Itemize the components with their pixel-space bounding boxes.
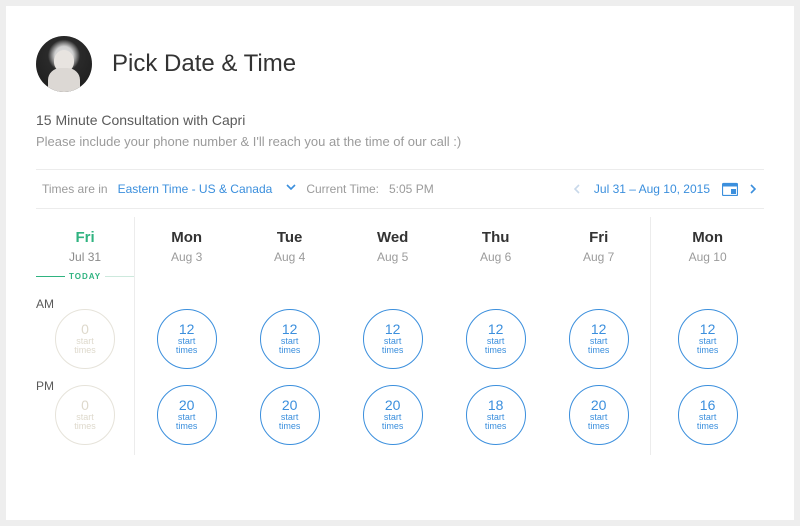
calendar-icon[interactable] (722, 182, 738, 196)
day-name: Thu (444, 229, 547, 246)
day-slot-column: 0starttimes0starttimes (36, 291, 134, 455)
pm-slot-button[interactable]: 20starttimes (157, 385, 217, 445)
slot-count: 20 (385, 398, 401, 413)
slot-count: 20 (179, 398, 195, 413)
timezone-prefix: Times are in (42, 182, 108, 196)
event-description: Please include your phone number & I'll … (36, 134, 764, 149)
day-name: Wed (341, 229, 444, 246)
timezone-left: Times are in Eastern Time - US & Canada … (42, 182, 434, 196)
today-marker: TODAY (36, 272, 134, 281)
date-range-label: Jul 31 – Aug 10, 2015 (594, 182, 710, 196)
event-subtitle: 15 Minute Consultation with Capri (36, 112, 764, 128)
day-slot-column: 12starttimes20starttimes (134, 291, 238, 455)
am-slot-button[interactable]: 12starttimes (569, 309, 629, 369)
outer-frame: Pick Date & Time 15 Minute Consultation … (0, 0, 800, 526)
slot-count: 12 (385, 322, 401, 337)
day-date: Aug 4 (238, 250, 341, 264)
slot-label: starttimes (74, 413, 96, 432)
day-header: Mon Aug 10 (650, 217, 764, 291)
slot-count: 12 (591, 322, 607, 337)
day-slot-column: 12starttimes20starttimes (238, 291, 341, 455)
timezone-name: Eastern Time - US & Canada (118, 182, 273, 196)
am-slot-button[interactable]: 12starttimes (363, 309, 423, 369)
am-label: AM (36, 297, 54, 311)
am-slot-button[interactable]: 12starttimes (157, 309, 217, 369)
day-header: Mon Aug 3 (134, 217, 238, 291)
day-name: Mon (651, 229, 764, 246)
day-slot-column: 12starttimes20starttimes (547, 291, 650, 455)
current-time-value: 5:05 PM (389, 182, 434, 196)
pm-slot-button[interactable]: 20starttimes (569, 385, 629, 445)
pm-slot-button: 0starttimes (55, 385, 115, 445)
am-slot-button[interactable]: 12starttimes (260, 309, 320, 369)
am-slot-button[interactable]: 12starttimes (466, 309, 526, 369)
am-slot-button: 0starttimes (55, 309, 115, 369)
pm-slot-button[interactable]: 18starttimes (466, 385, 526, 445)
slot-label: starttimes (382, 337, 404, 356)
slot-label: starttimes (176, 413, 198, 432)
slot-label: starttimes (382, 413, 404, 432)
host-avatar (36, 36, 92, 92)
chevron-down-icon (286, 184, 296, 194)
slot-count: 12 (488, 322, 504, 337)
day-date: Aug 5 (341, 250, 444, 264)
time-slot-grid: AM PM 0starttimes0starttimes12starttimes… (36, 291, 764, 455)
prev-week-button[interactable] (574, 183, 582, 195)
day-header: Fri Jul 31 TODAY (36, 217, 134, 291)
pm-slot-button[interactable]: 16starttimes (678, 385, 738, 445)
slot-label: starttimes (279, 413, 301, 432)
slot-label: starttimes (74, 337, 96, 356)
day-slot-column: 12starttimes16starttimes (650, 291, 764, 455)
date-nav: Jul 31 – Aug 10, 2015 (574, 182, 758, 196)
day-name: Mon (135, 229, 238, 246)
day-header: Wed Aug 5 (341, 217, 444, 291)
day-headers: Fri Jul 31 TODAY Mon Aug 3Tue Aug 4Wed Aug 5Th… (36, 217, 764, 291)
day-date: Aug 3 (135, 250, 238, 264)
header: Pick Date & Time (36, 36, 764, 92)
next-week-button[interactable] (750, 183, 758, 195)
scheduler-card: Pick Date & Time 15 Minute Consultation … (6, 6, 794, 520)
timezone-bar: Times are in Eastern Time - US & Canada … (36, 169, 764, 209)
am-slot-button[interactable]: 12starttimes (678, 309, 738, 369)
day-date: Aug 6 (444, 250, 547, 264)
day-date: Aug 10 (651, 250, 764, 264)
slot-label: starttimes (588, 413, 610, 432)
day-header: Fri Aug 7 (547, 217, 650, 291)
slot-count: 12 (700, 322, 716, 337)
day-name: Fri (547, 229, 650, 246)
slot-label: starttimes (176, 337, 198, 356)
day-header: Tue Aug 4 (238, 217, 341, 291)
slot-count: 0 (81, 322, 89, 337)
day-name: Tue (238, 229, 341, 246)
slot-count: 16 (700, 398, 716, 413)
slot-label: starttimes (485, 337, 507, 356)
slot-count: 20 (591, 398, 607, 413)
current-time-label: Current Time: (306, 182, 379, 196)
slot-count: 12 (179, 322, 195, 337)
slot-count: 20 (282, 398, 298, 413)
slot-count: 18 (488, 398, 504, 413)
pm-label: PM (36, 379, 54, 393)
slot-count: 0 (81, 398, 89, 413)
timezone-selector[interactable]: Eastern Time - US & Canada (118, 182, 297, 196)
slot-label: starttimes (697, 337, 719, 356)
day-slot-column: 12starttimes20starttimes (341, 291, 444, 455)
slot-count: 12 (282, 322, 298, 337)
day-name: Fri (36, 229, 134, 246)
day-date: Aug 7 (547, 250, 650, 264)
day-slot-column: 12starttimes18starttimes (444, 291, 547, 455)
pm-slot-button[interactable]: 20starttimes (260, 385, 320, 445)
page-title: Pick Date & Time (112, 50, 296, 78)
day-header: Thu Aug 6 (444, 217, 547, 291)
slot-label: starttimes (697, 413, 719, 432)
slot-label: starttimes (279, 337, 301, 356)
pm-slot-button[interactable]: 20starttimes (363, 385, 423, 445)
day-date: Jul 31 (36, 250, 134, 264)
slot-label: starttimes (485, 413, 507, 432)
slot-label: starttimes (588, 337, 610, 356)
